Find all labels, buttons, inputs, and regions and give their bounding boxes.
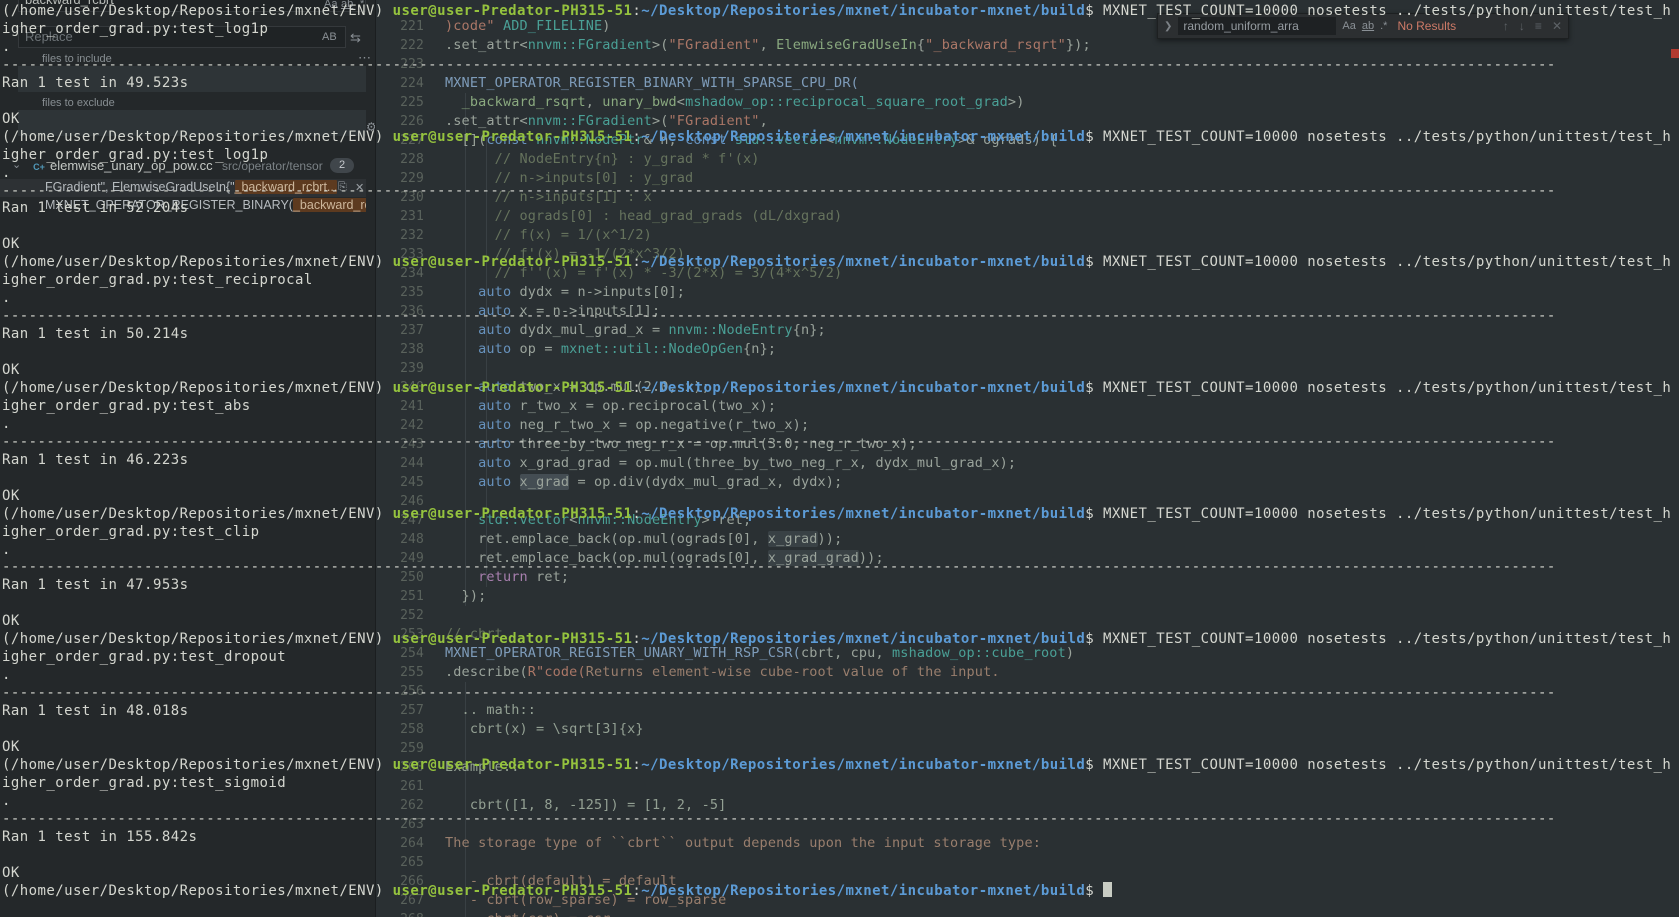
- terminal-progress-dot: .: [2, 38, 11, 55]
- terminal-prompt-line: (/home/user/Desktop/Repositories/mxnet/E…: [2, 128, 1672, 145]
- terminal-command-wrap: igher_order_grad.py:test_sigmoid: [2, 774, 287, 791]
- terminal-prompt-current: (/home/user/Desktop/Repositories/mxnet/E…: [2, 881, 1679, 900]
- terminal-separator: ----------------------------------------…: [2, 433, 1556, 450]
- terminal-ok-status: OK: [2, 487, 20, 504]
- terminal-prompt-line: (/home/user/Desktop/Repositories/mxnet/E…: [2, 756, 1672, 773]
- terminal-separator: ----------------------------------------…: [2, 559, 1556, 576]
- terminal-progress-dot: .: [2, 164, 11, 181]
- terminal-separator: ----------------------------------------…: [2, 56, 1556, 73]
- terminal-progress-dot: .: [2, 792, 11, 809]
- terminal-ok-status: OK: [2, 738, 20, 755]
- terminal-test-result: Ran 1 test in 155.842s: [2, 828, 198, 845]
- terminal-ok-status: OK: [2, 236, 20, 253]
- terminal-progress-dot: .: [2, 290, 11, 307]
- terminal-ok-status: OK: [2, 864, 20, 881]
- terminal-progress-dot: .: [2, 667, 11, 684]
- terminal-cursor: [1103, 881, 1112, 897]
- terminal-test-result: Ran 1 test in 52.204s: [2, 200, 189, 217]
- terminal-test-result: Ran 1 test in 49.523s: [2, 74, 189, 91]
- terminal-prompt-line: (/home/user/Desktop/Repositories/mxnet/E…: [2, 379, 1672, 396]
- terminal-command-wrap: igher_order_grad.py:test_abs: [2, 397, 251, 414]
- screen: backward_rcbrt Aa ab .* Replace AB ⇆ ⋯ f…: [0, 0, 1679, 917]
- terminal-prompt-line: (/home/user/Desktop/Repositories/mxnet/E…: [2, 631, 1672, 648]
- terminal-command-wrap: igher_order_grad.py:test_dropout: [2, 649, 287, 666]
- terminal-progress-dot: .: [2, 415, 11, 432]
- terminal-command-wrap: igher_order_grad.py:test_log1p: [2, 146, 269, 163]
- terminal-prompt-line: (/home/user/Desktop/Repositories/mxnet/E…: [2, 3, 1672, 19]
- terminal-test-result: Ran 1 test in 47.953s: [2, 577, 189, 594]
- terminal-separator: ----------------------------------------…: [2, 308, 1556, 325]
- terminal-separator: ----------------------------------------…: [2, 810, 1556, 827]
- terminal-overlay[interactable]: (/home/user/Desktop/Repositories/mxnet/E…: [0, 0, 1679, 917]
- terminal-test-result: Ran 1 test in 48.018s: [2, 703, 189, 720]
- terminal-command-wrap: igher_order_grad.py:test_reciprocal: [2, 272, 313, 289]
- terminal-ok-status: OK: [2, 362, 20, 378]
- terminal-command-wrap: igher_order_grad.py:test_clip: [2, 523, 260, 540]
- terminal-ok-status: OK: [2, 613, 20, 630]
- terminal-separator: ----------------------------------------…: [2, 685, 1556, 702]
- terminal-test-result: Ran 1 test in 46.223s: [2, 451, 189, 468]
- terminal-prompt-line: (/home/user/Desktop/Repositories/mxnet/E…: [2, 254, 1672, 271]
- terminal-command-wrap: igher_order_grad.py:test_log1p: [2, 20, 269, 37]
- terminal-separator: ----------------------------------------…: [2, 182, 1556, 199]
- terminal-prompt-line: (/home/user/Desktop/Repositories/mxnet/E…: [2, 505, 1672, 522]
- terminal-progress-dot: .: [2, 541, 11, 558]
- terminal-test-result: Ran 1 test in 50.214s: [2, 326, 189, 343]
- terminal-ok-status: OK: [2, 110, 20, 127]
